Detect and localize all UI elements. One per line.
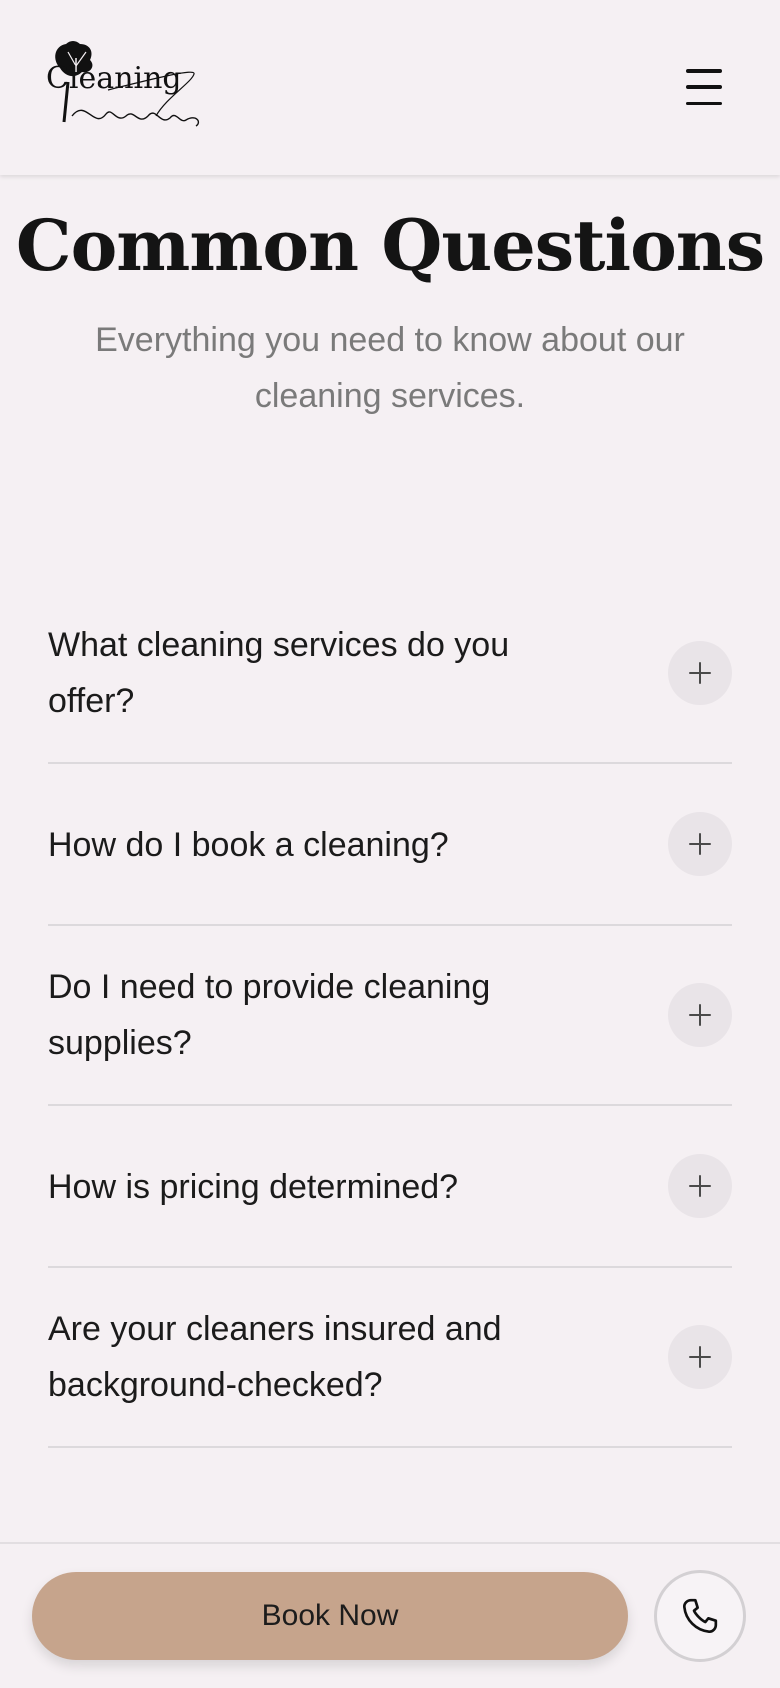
expand-button[interactable] — [668, 1154, 732, 1218]
faq-item-services[interactable]: What cleaning services do you offer? — [48, 584, 732, 764]
plus-icon — [689, 833, 711, 855]
faq-list: What cleaning services do you offer? How… — [48, 584, 732, 1448]
expand-button[interactable] — [668, 812, 732, 876]
plus-icon — [689, 1004, 711, 1026]
phone-icon — [682, 1598, 718, 1634]
menu-line — [686, 101, 722, 105]
sticky-action-bar: Book Now — [0, 1542, 780, 1688]
faq-question: What cleaning services do you offer? — [48, 626, 510, 720]
call-button[interactable] — [654, 1570, 746, 1662]
faq-item-booking[interactable]: How do I book a cleaning? — [48, 764, 732, 926]
hamburger-menu-icon[interactable] — [686, 69, 726, 105]
plus-icon — [689, 1346, 711, 1368]
faq-item-insurance[interactable]: Are your cleaners insured and background… — [48, 1268, 732, 1448]
faq-question: How is pricing determined? — [48, 1168, 459, 1206]
page-subtitle: Everything you need to know about our cl… — [95, 321, 685, 415]
expand-button[interactable] — [668, 1325, 732, 1389]
plus-icon — [689, 662, 711, 684]
plus-icon — [689, 1175, 711, 1197]
logo[interactable]: Cleaning Ideals Cleaning — [46, 38, 216, 142]
faq-question: Are your cleaners insured and background… — [48, 1310, 502, 1404]
expand-button[interactable] — [668, 641, 732, 705]
page-title: Common Questions — [15, 204, 765, 287]
faq-question: How do I book a cleaning? — [48, 826, 449, 864]
logo-mark: Cleaning — [46, 41, 200, 127]
menu-line — [686, 69, 722, 73]
menu-line — [686, 85, 722, 89]
faq-question: Do I need to provide cleaning supplies? — [48, 968, 491, 1062]
faq-item-supplies[interactable]: Do I need to provide cleaning supplies? — [48, 926, 732, 1106]
faq-intro: Common Questions Everything you need to … — [0, 200, 780, 424]
expand-button[interactable] — [668, 983, 732, 1047]
faq-item-pricing[interactable]: How is pricing determined? — [48, 1106, 732, 1268]
page: Cleaning Ideals Cleaning — [0, 0, 780, 1688]
book-now-button[interactable]: Book Now — [32, 1572, 628, 1660]
site-header: Cleaning Ideals Cleaning — [0, 0, 780, 175]
